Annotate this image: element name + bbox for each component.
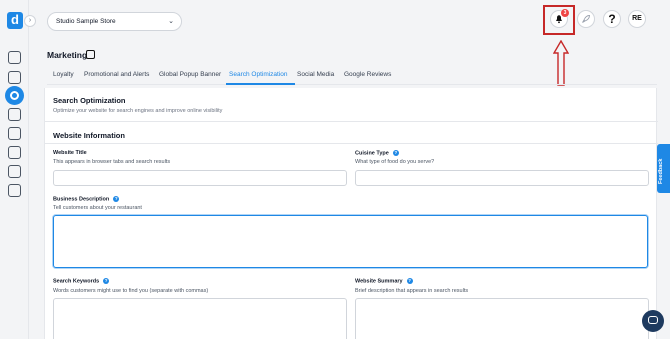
info-icon[interactable]: ?: [406, 278, 413, 284]
website-summary-label: Website Summary?: [355, 278, 413, 284]
rail-store-icon[interactable]: [8, 108, 21, 121]
rail-payments-icon[interactable]: [8, 127, 21, 140]
tab-social-media[interactable]: Social Media: [297, 71, 334, 78]
info-icon[interactable]: ?: [103, 278, 110, 284]
tab-loyalty[interactable]: Loyalty: [53, 71, 74, 78]
help-button[interactable]: ?: [603, 10, 621, 28]
rail-video-icon[interactable]: [8, 184, 21, 197]
website-title-input[interactable]: [53, 170, 347, 186]
business-description-textarea[interactable]: [53, 215, 648, 268]
search-keywords-hint: Words customers might use to find you (s…: [53, 288, 209, 294]
cuisine-type-label-text: Cuisine Type: [355, 150, 389, 157]
active-tab-indicator: [226, 83, 295, 85]
rail-reports-icon[interactable]: [8, 146, 21, 159]
website-title-label-text: Website Title: [53, 150, 87, 156]
tab-promotional-alerts[interactable]: Promotional and Alerts: [84, 71, 149, 78]
tab-google-reviews[interactable]: Google Reviews: [344, 71, 391, 78]
website-title-hint: This appears in browser tabs and search …: [53, 159, 171, 165]
search-keywords-label: Search Keywords?: [53, 278, 110, 285]
cuisine-type-input[interactable]: [355, 170, 649, 186]
content-panel: Search Optimization Optimize your websit…: [44, 88, 658, 339]
cuisine-type-label: Cuisine Type?: [355, 150, 399, 156]
search-keywords-label-text: Search Keywords: [53, 278, 100, 285]
info-icon[interactable]: ?: [392, 150, 399, 156]
tab-global-popup-banner[interactable]: Global Popup Banner: [159, 71, 221, 78]
app-logo[interactable]: d: [7, 12, 23, 29]
cuisine-type-hint: What type of food do you serve?: [355, 159, 435, 165]
tab-bar: Loyalty Promotional and Alerts Global Po…: [47, 69, 657, 85]
chevron-down-icon: ⌄: [168, 18, 174, 25]
business-description-label: Business Description?: [53, 196, 120, 203]
search-keywords-textarea[interactable]: [53, 298, 347, 339]
launch-button[interactable]: [577, 10, 595, 28]
divider: [45, 121, 658, 122]
feedback-label: Feedback: [658, 158, 664, 184]
bookmark-icon: [86, 50, 95, 59]
website-summary-textarea[interactable]: [355, 298, 649, 339]
store-selector-value: Studio Sample Store: [56, 18, 116, 25]
notification-badge: 3: [561, 9, 569, 17]
rail-orders-icon[interactable]: [8, 71, 21, 84]
feedback-tab[interactable]: Feedback: [657, 144, 670, 193]
user-avatar[interactable]: RE: [628, 10, 646, 28]
website-title-label: Website Title: [53, 150, 87, 156]
section-title-website-info: Website Information: [53, 131, 125, 140]
business-description-hint: Tell customers about your restaurant: [53, 205, 142, 211]
rail-integrations-icon[interactable]: [8, 165, 21, 178]
rail-bookmark-icon[interactable]: [8, 51, 21, 64]
tab-search-optimization[interactable]: Search Optimization: [229, 71, 288, 78]
left-rail: d ›: [0, 0, 36, 339]
page-title: Marketing: [47, 50, 88, 60]
section-subtitle-seo: Optimize your website for search engines…: [53, 108, 223, 114]
store-selector[interactable]: Studio Sample Store ⌄: [47, 12, 182, 31]
section-title-seo: Search Optimization: [53, 96, 126, 105]
website-summary-label-text: Website Summary: [355, 278, 403, 285]
rail-marketing-icon[interactable]: [5, 86, 24, 105]
website-summary-hint: Brief description that appears in search…: [355, 288, 469, 294]
chat-icon[interactable]: [642, 310, 664, 332]
business-description-label-text: Business Description: [53, 196, 110, 203]
rocket-icon: [582, 15, 590, 23]
divider: [45, 143, 658, 144]
chevron-right-icon[interactable]: ›: [24, 15, 36, 27]
info-icon[interactable]: ?: [113, 196, 120, 202]
